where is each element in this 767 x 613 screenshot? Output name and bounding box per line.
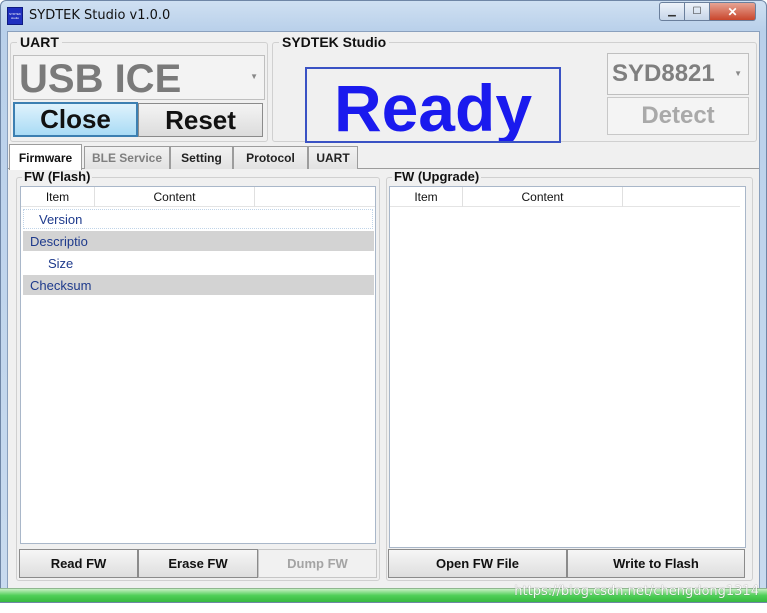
port-select[interactable]: USB ICE ▼ [13,55,265,100]
write-to-flash-button[interactable]: Write to Flash [567,549,745,578]
tab-firmware[interactable]: Firmware [9,144,82,170]
list-item[interactable]: Version [23,209,373,229]
list-item[interactable]: Checksum [23,275,374,295]
maximize-icon: ☐ [692,6,702,17]
column-header-item-label: Item [45,190,70,204]
dump-fw-label: Dump FW [287,556,348,571]
fw-flash-list[interactable]: Item Content Version Descriptio Size Che… [20,186,376,544]
read-fw-button[interactable]: Read FW [19,549,138,578]
tab-ble-service-label: BLE Service [91,151,163,165]
read-fw-label: Read FW [50,556,107,571]
fw-flash-title: FW (Flash) [22,169,93,184]
column-header-content-label: Content [521,190,564,204]
tab-protocol-label: Protocol [246,151,295,165]
column-header-content[interactable]: Content [95,187,255,207]
fw-upgrade-list[interactable]: Item Content [389,186,746,548]
main-window: SYDTEK studio SYDTEK Studio v1.0.0 ▁ ☐ ✕… [0,0,767,603]
maximize-button[interactable]: ☐ [685,2,710,21]
close-window-button[interactable]: ✕ [710,2,756,21]
column-header-item[interactable]: Item [21,187,95,207]
tab-firmware-label: Firmware [18,150,73,165]
watermark-text: https://blog.csdn.net/chengdong1314 [514,584,759,599]
tab-protocol[interactable]: Protocol [233,146,308,169]
window-title: SYDTEK Studio v1.0.0 [29,8,171,23]
erase-fw-button[interactable]: Erase FW [138,549,258,578]
studio-group-title: SYDTEK Studio [279,34,390,50]
app-logo-icon: SYDTEK studio [7,7,23,25]
status-display: Ready [305,67,561,143]
close-icon: ✕ [727,4,738,19]
chevron-down-icon: ▼ [250,72,258,81]
column-header-item-label: Item [414,190,438,204]
dump-fw-button[interactable]: Dump FW [258,549,377,578]
reset-button[interactable]: Reset [138,103,263,137]
column-header-content-label: Content [153,190,196,204]
device-select-value: SYD8821 [612,60,715,87]
tab-uart-label: UART [316,151,350,165]
list-item-label: Checksum [30,277,92,293]
list-item[interactable]: Descriptio [23,231,374,251]
fw-flash-list-header: Item Content [21,187,375,207]
reset-label: Reset [165,104,236,135]
client-area: UART USB ICE ▼ Close Reset SYDTEK Studio… [7,31,760,589]
open-fw-file-label: Open FW File [435,556,520,571]
detect-label: Detect [641,102,715,129]
background-strip [0,603,767,613]
minimize-button[interactable]: ▁ [659,2,685,21]
firmware-tab-page: FW (Flash) Item Content Version Descript… [12,169,757,587]
write-to-flash-label: Write to Flash [613,556,699,571]
tab-ble-service[interactable]: BLE Service [84,146,170,169]
tab-setting-label: Setting [181,151,222,165]
fw-upgrade-list-header: Item Content [390,187,740,207]
chevron-down-icon: ▼ [734,69,742,78]
column-header-item[interactable]: Item [390,187,463,207]
status-text: Ready [333,71,533,143]
list-item-label: Version [39,211,83,227]
fw-upgrade-title: FW (Upgrade) [392,169,482,184]
tab-bar: Firmware BLE Service Setting Protocol UA… [8,144,759,170]
close-port-button[interactable]: Close [13,102,138,137]
uart-group-title: UART [17,34,62,50]
minimize-icon: ▁ [668,6,676,17]
detect-button[interactable]: Detect [607,97,749,135]
list-item-label: Descriptio [30,233,88,249]
close-port-label: Close [40,104,111,134]
port-select-value: USB ICE [19,57,182,101]
tab-setting[interactable]: Setting [170,146,233,169]
list-item[interactable]: Size [23,253,374,273]
title-bar[interactable]: SYDTEK studio SYDTEK Studio v1.0.0 ▁ ☐ ✕ [1,1,766,31]
list-item-label: Size [48,255,74,271]
tab-uart[interactable]: UART [308,146,358,169]
device-select[interactable]: SYD8821 ▼ [607,53,749,95]
column-header-content[interactable]: Content [463,187,623,207]
open-fw-file-button[interactable]: Open FW File [388,549,567,578]
erase-fw-label: Erase FW [168,556,228,571]
